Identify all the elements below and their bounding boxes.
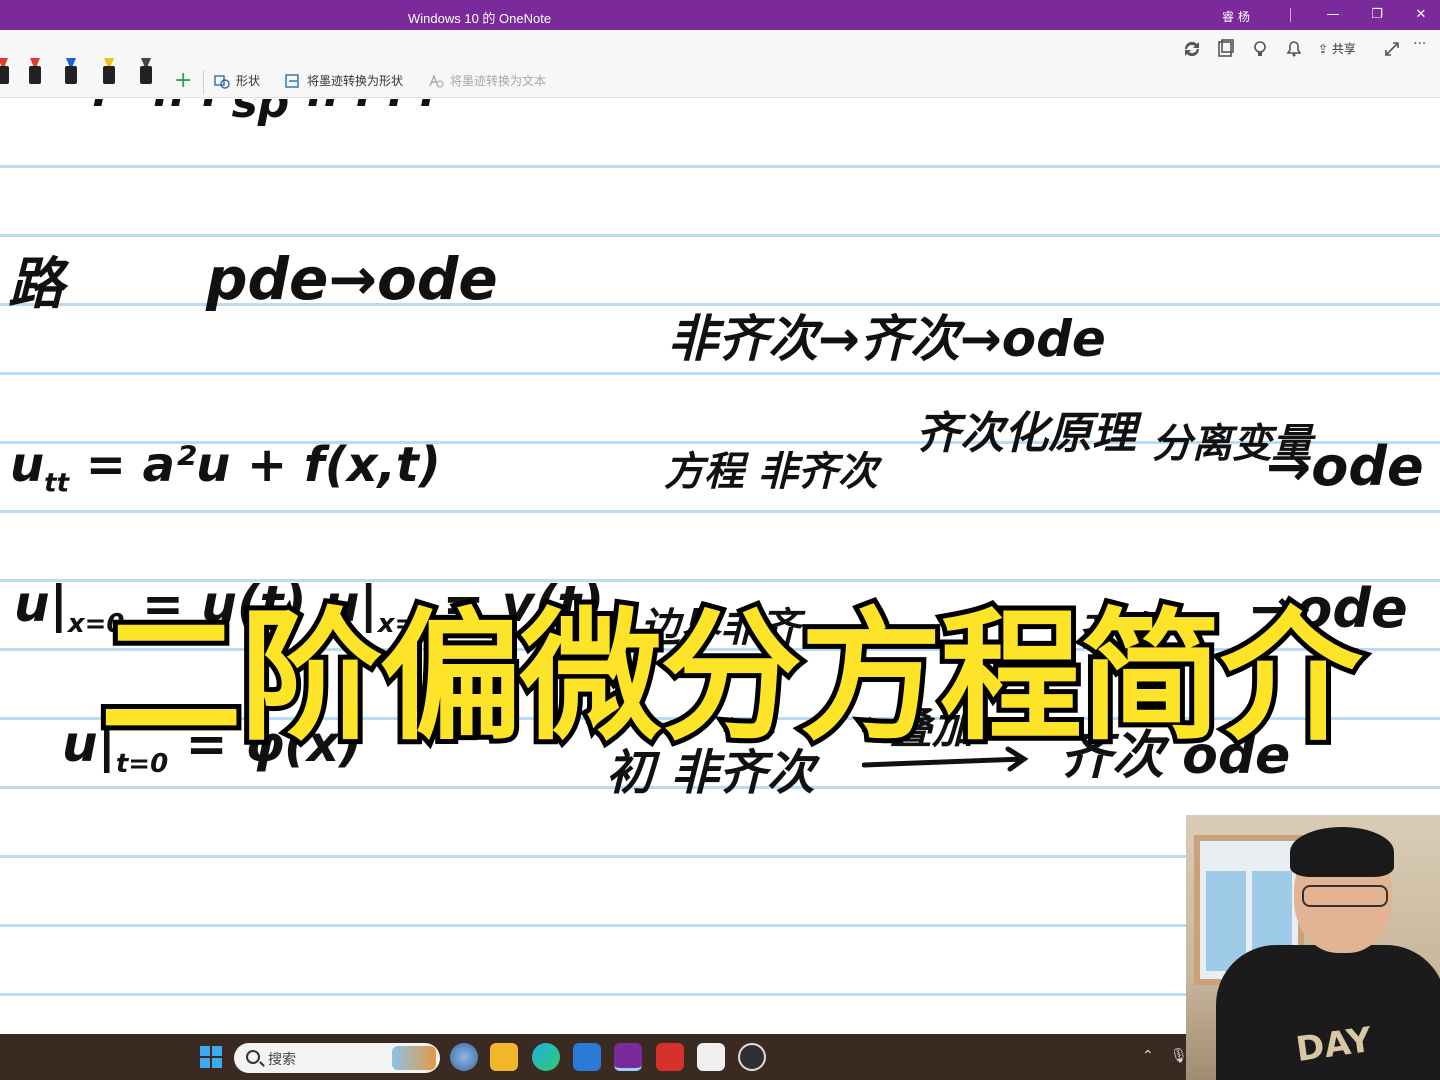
taskbar-search[interactable]: 搜索 — [234, 1043, 440, 1073]
shape-label: 形状 — [236, 74, 261, 88]
pen-orange[interactable] — [26, 58, 44, 92]
ink-pde-equation: utt = a²u + f(x,t) — [10, 437, 441, 499]
ink-bc-left: u| — [14, 575, 68, 633]
search-placeholder: 搜索 — [268, 1052, 296, 1068]
title-bar: Windows 10 的 OneNote 睿 杨 — ❐ ✕ — [0, 0, 1440, 30]
toolbar: ⇪ 共享 ··· + 形状 将墨迹转换为形状 将墨迹转换为文本 — [0, 30, 1440, 98]
lightbulb-icon[interactable] — [1248, 37, 1272, 61]
start-icon[interactable] — [200, 1046, 222, 1068]
ink-to-shape-icon — [285, 74, 299, 88]
obs-icon[interactable] — [738, 1043, 766, 1071]
toolbar-divider — [203, 70, 204, 94]
mail-icon[interactable] — [573, 1043, 601, 1071]
add-pen-button[interactable]: + — [174, 68, 192, 93]
pages-icon[interactable] — [1214, 37, 1238, 61]
ink-hom-principle: 齐次化原理 — [916, 408, 1136, 459]
ink-to-text-icon — [429, 74, 444, 88]
sync-icon[interactable] — [1180, 37, 1204, 61]
search-icon — [246, 1050, 260, 1064]
pen-yellow[interactable] — [100, 58, 118, 92]
ink-to-shape-button[interactable]: 将墨迹转换为形状 — [285, 70, 403, 92]
user-name[interactable]: 睿 杨 — [1222, 8, 1250, 25]
pen-black[interactable] — [137, 58, 155, 92]
person-hair — [1290, 827, 1394, 877]
ink-utt: u — [10, 437, 45, 493]
ink-pde-ode: pde→ode — [206, 245, 498, 313]
pen-blue[interactable] — [62, 58, 80, 92]
person-glasses — [1302, 885, 1388, 907]
ink-utt-sub: tt — [44, 468, 70, 499]
ink-lu: 路 — [8, 252, 64, 317]
ink-to-text-button: 将墨迹转换为文本 — [428, 70, 546, 92]
ink-to-shape-label: 将墨迹转换为形状 — [307, 74, 404, 88]
ink-to-text-label: 将墨迹转换为文本 — [450, 74, 547, 88]
expand-icon[interactable] — [1380, 37, 1404, 61]
widgets-icon[interactable] — [450, 1043, 478, 1071]
microphone-icon[interactable]: 🎙 — [1170, 1048, 1188, 1064]
wps-icon[interactable] — [656, 1043, 684, 1071]
minimize-button[interactable]: — — [1320, 4, 1346, 26]
shape-icon — [214, 75, 230, 89]
search-highlight-image — [392, 1046, 436, 1070]
ink-top-fragment: · ' ·· · sp ·· · · · — [90, 99, 435, 128]
ink-utt-rest: = a²u + f(x,t) — [85, 437, 441, 493]
file-explorer-icon[interactable] — [490, 1043, 518, 1071]
title-banner: 二阶偏微分方程简介 — [95, 590, 1367, 765]
pen-red[interactable] — [0, 58, 12, 92]
more-icon[interactable]: ··· — [1413, 36, 1426, 52]
chevron-up-icon[interactable]: ⌃ — [1142, 1048, 1154, 1064]
shape-button[interactable]: 形状 — [214, 70, 260, 92]
maximize-button[interactable]: ❐ — [1364, 4, 1390, 26]
title-separator — [1290, 8, 1291, 22]
close-button[interactable]: ✕ — [1408, 4, 1434, 26]
ink-equation-nonhom: 方程 非齐次 — [664, 449, 878, 495]
edge-icon[interactable] — [532, 1043, 560, 1071]
share-button[interactable]: ⇪ 共享 — [1318, 37, 1356, 61]
ink-arrow-ode-1: →ode — [1266, 435, 1424, 498]
window-title: Windows 10 的 OneNote — [408, 11, 552, 26]
bell-icon[interactable] — [1282, 37, 1306, 61]
ink-nonhom-hom: 非齐次→齐次→ode — [668, 310, 1106, 368]
webcam-overlay: DAY — [1186, 815, 1440, 1080]
taskbar: 搜索 ⌃ 🎙 — [0, 1034, 1188, 1080]
share-icon: ⇪ — [1318, 42, 1329, 56]
onenote-icon[interactable] — [614, 1043, 642, 1071]
pinwheel-icon[interactable] — [697, 1043, 725, 1071]
share-label: 共享 — [1331, 42, 1356, 56]
